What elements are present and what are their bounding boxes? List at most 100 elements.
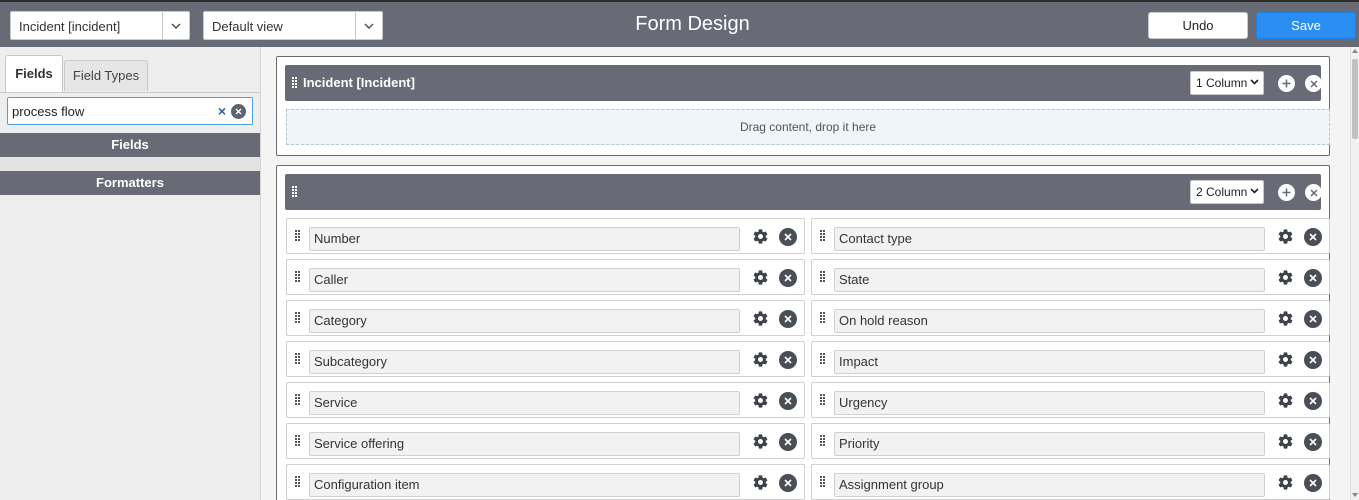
plus-circle-icon[interactable] (1278, 184, 1295, 201)
field-label[interactable]: Number (309, 227, 740, 251)
close-circle-icon[interactable] (779, 351, 797, 369)
form-field-row[interactable]: Impact (811, 341, 1330, 377)
close-icon[interactable]: × (218, 103, 226, 119)
tab-field-types[interactable]: Field Types (64, 60, 148, 91)
gear-icon[interactable] (1277, 228, 1294, 248)
scroll-up-icon[interactable] (1352, 49, 1358, 53)
form-field-row[interactable]: On hold reason (811, 300, 1330, 336)
close-circle-icon[interactable] (1304, 351, 1322, 369)
drag-handle-icon[interactable] (820, 476, 826, 491)
form-field-row[interactable]: Configuration item (286, 464, 805, 500)
field-label[interactable]: Urgency (834, 391, 1265, 415)
gear-icon[interactable] (1277, 310, 1294, 330)
fields-section-header[interactable]: Fields (0, 133, 260, 157)
field-label[interactable]: Contact type (834, 227, 1265, 251)
close-circle-icon[interactable] (779, 392, 797, 410)
gear-icon[interactable] (752, 351, 769, 371)
drag-handle-icon[interactable] (820, 230, 826, 245)
form-field-row[interactable]: Urgency (811, 382, 1330, 418)
close-circle-icon[interactable] (1304, 310, 1322, 328)
scroll-down-icon[interactable] (1352, 493, 1358, 497)
form-field-row[interactable]: Caller (286, 259, 805, 295)
form-field-row[interactable]: Service (286, 382, 805, 418)
table-select[interactable]: Incident [incident] (10, 11, 190, 40)
form-field-row[interactable]: Assignment group (811, 464, 1330, 500)
chevron-down-icon[interactable] (355, 12, 382, 39)
clear-icon[interactable] (231, 104, 246, 119)
column-layout-select[interactable]: 1 Column (1190, 71, 1264, 95)
form-field-row[interactable]: Number (286, 218, 805, 254)
form-field-row[interactable]: Contact type (811, 218, 1330, 254)
scrollbar-thumb[interactable] (1352, 59, 1358, 139)
tab-fields[interactable]: Fields (5, 55, 63, 93)
drag-handle-icon[interactable] (295, 312, 301, 327)
view-select[interactable]: Default view (203, 11, 383, 40)
gear-icon[interactable] (752, 392, 769, 412)
close-circle-icon[interactable] (779, 474, 797, 492)
close-circle-icon[interactable] (1305, 75, 1322, 92)
search-input[interactable]: process flow × (7, 97, 253, 125)
drag-handle-icon[interactable] (295, 271, 301, 286)
field-label[interactable]: Category (309, 309, 740, 333)
close-circle-icon[interactable] (779, 310, 797, 328)
field-label[interactable]: Configuration item (309, 473, 740, 497)
drag-handle-icon[interactable] (820, 271, 826, 286)
form-section-1: Incident [Incident] 1 Column Drag conten… (276, 56, 1330, 156)
close-circle-icon[interactable] (779, 228, 797, 246)
column-layout-value: 1 Column (1196, 76, 1248, 90)
gear-icon[interactable] (752, 310, 769, 330)
section-header[interactable]: 2 Column (285, 174, 1322, 210)
drag-handle-icon[interactable] (295, 230, 301, 245)
drag-handle-icon[interactable] (820, 435, 826, 450)
form-field-row[interactable]: Priority (811, 423, 1330, 459)
vertical-scrollbar[interactable] (1350, 47, 1359, 500)
drag-handle-icon[interactable] (292, 186, 298, 201)
close-circle-icon[interactable] (1304, 474, 1322, 492)
form-field-row[interactable]: State (811, 259, 1330, 295)
drag-handle-icon[interactable] (820, 394, 826, 409)
drag-handle-icon[interactable] (820, 353, 826, 368)
field-label[interactable]: State (834, 268, 1265, 292)
close-circle-icon[interactable] (779, 269, 797, 287)
drag-handle-icon[interactable] (295, 394, 301, 409)
field-label[interactable]: Caller (309, 268, 740, 292)
close-circle-icon[interactable] (1304, 269, 1322, 287)
form-field-row[interactable]: Subcategory (286, 341, 805, 377)
field-label[interactable]: Priority (834, 432, 1265, 456)
column-layout-select[interactable]: 2 Column (1190, 180, 1264, 204)
close-circle-icon[interactable] (1304, 228, 1322, 246)
field-label[interactable]: Subcategory (309, 350, 740, 374)
drag-handle-icon[interactable] (295, 435, 301, 450)
undo-button[interactable]: Undo (1148, 12, 1248, 39)
gear-icon[interactable] (752, 474, 769, 494)
close-circle-icon[interactable] (779, 433, 797, 451)
gear-icon[interactable] (1277, 269, 1294, 289)
close-circle-icon[interactable] (1304, 392, 1322, 410)
plus-circle-icon[interactable] (1278, 75, 1295, 92)
field-label[interactable]: Service offering (309, 432, 740, 456)
drag-handle-icon[interactable] (295, 476, 301, 491)
save-button[interactable]: Save (1256, 12, 1356, 39)
gear-icon[interactable] (1277, 351, 1294, 371)
formatters-section-header[interactable]: Formatters (0, 171, 260, 195)
gear-icon[interactable] (1277, 433, 1294, 453)
drop-zone[interactable]: Drag content, drop it here (286, 109, 1330, 145)
close-circle-icon[interactable] (1305, 184, 1322, 201)
chevron-down-icon[interactable] (162, 12, 189, 39)
field-label[interactable]: Service (309, 391, 740, 415)
gear-icon[interactable] (1277, 474, 1294, 494)
field-label[interactable]: On hold reason (834, 309, 1265, 333)
field-label[interactable]: Assignment group (834, 473, 1265, 497)
gear-icon[interactable] (1277, 392, 1294, 412)
field-label[interactable]: Impact (834, 350, 1265, 374)
drag-handle-icon[interactable] (295, 353, 301, 368)
drag-handle-icon[interactable] (820, 312, 826, 327)
section-header[interactable]: Incident [Incident] 1 Column (285, 65, 1322, 101)
gear-icon[interactable] (752, 433, 769, 453)
gear-icon[interactable] (752, 228, 769, 248)
form-field-row[interactable]: Service offering (286, 423, 805, 459)
drag-handle-icon[interactable] (292, 77, 298, 92)
close-circle-icon[interactable] (1304, 433, 1322, 451)
gear-icon[interactable] (752, 269, 769, 289)
form-field-row[interactable]: Category (286, 300, 805, 336)
